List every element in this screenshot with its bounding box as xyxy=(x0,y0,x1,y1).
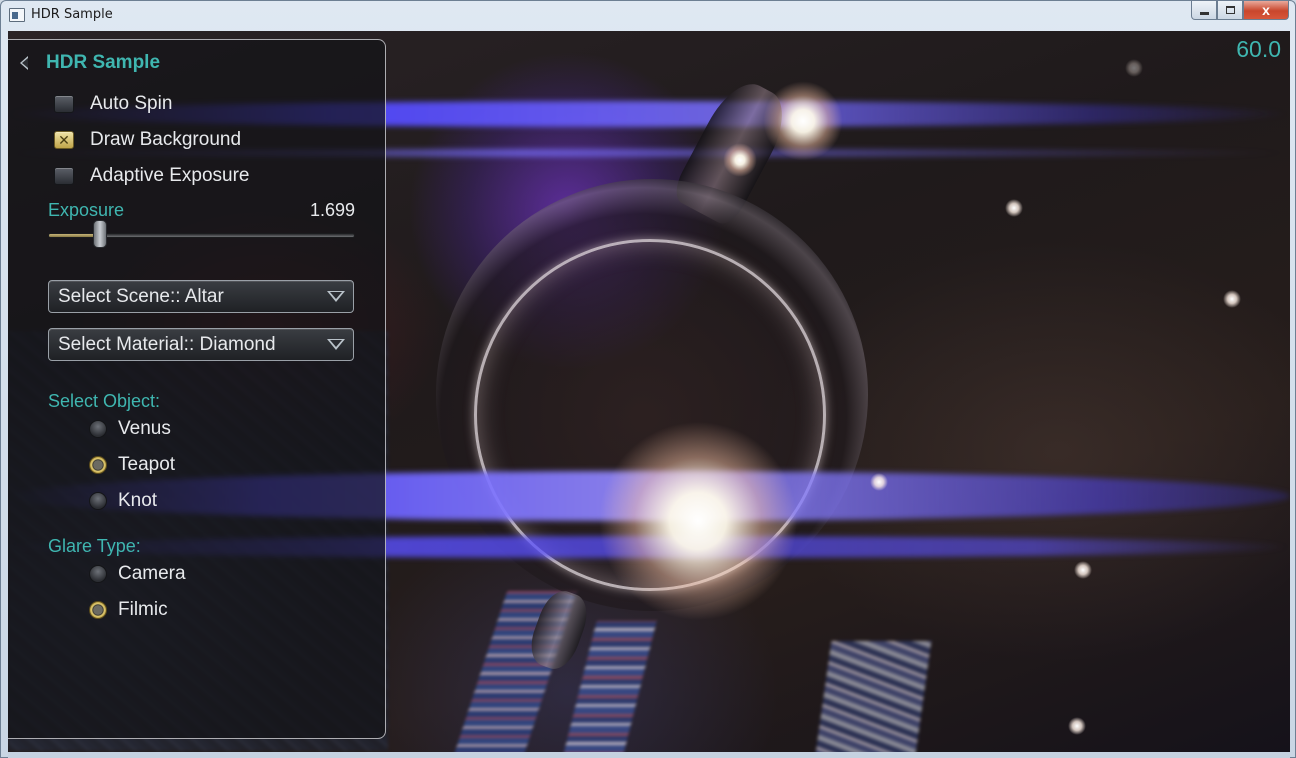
dropdown-value: Select Scene:: Altar xyxy=(58,285,224,307)
window-title: HDR Sample xyxy=(31,7,113,22)
radio-selected-icon[interactable] xyxy=(89,601,107,619)
radio-label: Camera xyxy=(118,563,186,584)
app-window: HDR Sample x 60.0 HDR Sample Auto Spin ✕… xyxy=(0,0,1296,758)
light-sparkle xyxy=(1068,717,1086,735)
checkbox-label: Auto Spin xyxy=(90,93,173,114)
app-window-icon xyxy=(9,8,25,22)
minimize-button[interactable] xyxy=(1191,1,1217,20)
fps-counter: 60.0 xyxy=(1236,36,1281,62)
triangle-down-icon xyxy=(327,291,345,302)
checkbox-label: Adaptive Exposure xyxy=(90,165,250,186)
checkbox-label: Draw Background xyxy=(90,129,242,150)
panel-header: HDR Sample xyxy=(20,50,160,76)
settings-panel: HDR Sample Auto Spin ✕ Draw Background A… xyxy=(8,39,386,739)
minimize-icon xyxy=(1199,11,1209,15)
close-icon: x xyxy=(1262,2,1270,18)
light-flare xyxy=(723,143,757,177)
light-sparkle xyxy=(870,473,888,491)
checkbox-checked-icon[interactable]: ✕ xyxy=(54,131,74,149)
render-viewport[interactable]: 60.0 HDR Sample Auto Spin ✕ Draw Backgro… xyxy=(8,31,1290,752)
title-bar[interactable]: HDR Sample x xyxy=(1,1,1295,31)
object-option-knot[interactable]: Knot xyxy=(89,488,157,514)
radio-icon[interactable] xyxy=(89,492,107,510)
object-option-teapot[interactable]: Teapot xyxy=(89,452,175,478)
maximize-button[interactable] xyxy=(1217,1,1243,20)
checkbox-icon[interactable] xyxy=(54,95,74,113)
radio-label: Venus xyxy=(118,418,171,439)
exposure-label: Exposure xyxy=(48,200,125,220)
glare-option-filmic[interactable]: Filmic xyxy=(89,597,168,623)
select-material-dropdown[interactable]: Select Material:: Diamond xyxy=(48,328,354,361)
exposure-slider-handle[interactable] xyxy=(93,220,108,248)
light-sparkle xyxy=(1125,59,1143,77)
auto-spin-checkbox[interactable]: Auto Spin xyxy=(54,91,172,117)
adaptive-exposure-checkbox[interactable]: Adaptive Exposure xyxy=(54,163,250,189)
window-controls: x xyxy=(1191,1,1289,21)
glare-option-camera[interactable]: Camera xyxy=(89,561,186,587)
object-option-venus[interactable]: Venus xyxy=(89,416,171,442)
light-flare xyxy=(598,421,798,621)
exposure-value: 1.699 xyxy=(309,200,355,220)
dropdown-value: Select Material:: Diamond xyxy=(58,333,276,355)
radio-selected-icon[interactable] xyxy=(89,456,107,474)
stained-glass-window xyxy=(814,641,932,752)
radio-label: Knot xyxy=(118,490,158,511)
glare-type-label: Glare Type: xyxy=(48,536,141,556)
light-sparkle xyxy=(1074,561,1092,579)
light-sparkle xyxy=(1005,199,1023,217)
radio-label: Filmic xyxy=(118,599,168,620)
select-object-label: Select Object: xyxy=(48,391,161,411)
light-flare xyxy=(763,81,843,161)
draw-background-checkbox[interactable]: ✕ Draw Background xyxy=(54,127,241,153)
panel-title: HDR Sample xyxy=(46,52,161,73)
back-arrow-icon[interactable] xyxy=(20,56,28,70)
window-bottom-border xyxy=(8,752,1290,758)
close-button[interactable]: x xyxy=(1243,1,1289,20)
maximize-icon xyxy=(1225,6,1235,14)
x-check-icon: ✕ xyxy=(58,132,70,148)
radio-icon[interactable] xyxy=(89,565,107,583)
triangle-down-icon xyxy=(327,339,345,350)
radio-label: Teapot xyxy=(118,454,176,475)
light-sparkle xyxy=(1223,290,1241,308)
radio-icon[interactable] xyxy=(89,420,107,438)
select-scene-dropdown[interactable]: Select Scene:: Altar xyxy=(48,280,354,313)
checkbox-icon[interactable] xyxy=(54,167,74,185)
